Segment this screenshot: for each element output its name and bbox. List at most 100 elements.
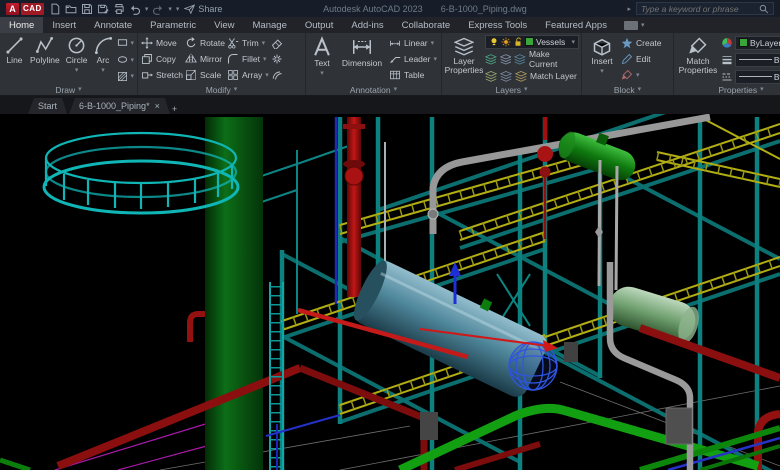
create-block-button[interactable]: Create (621, 35, 662, 51)
tab-output[interactable]: Output (296, 17, 343, 33)
erase-tool[interactable] (271, 35, 283, 51)
ribbon: Line Polyline Circle ▾ Arc ▾ ▾ ▾ ▾ Draw ▾ (0, 33, 780, 96)
tab-collaborate[interactable]: Collaborate (393, 17, 460, 33)
search-magnifier-icon[interactable] (759, 4, 769, 14)
match-layer-button[interactable]: Match Layer (530, 71, 577, 81)
layer-freeze-sun-icon[interactable] (501, 37, 511, 47)
arc-tool[interactable]: Arc ▾ (92, 35, 115, 84)
insert-block-button[interactable]: Insert ▾ (585, 35, 619, 84)
offset-tool[interactable] (271, 67, 283, 83)
move-tool[interactable]: Move (141, 35, 183, 51)
undo-icon[interactable] (129, 3, 141, 15)
tab-manage[interactable]: Manage (244, 17, 296, 33)
tab-add-ins[interactable]: Add-ins (342, 17, 392, 33)
new-file-icon[interactable] (49, 3, 61, 15)
dimension-tool[interactable]: Dimension (337, 35, 387, 84)
panel-properties-label[interactable]: Properties ▾ (674, 85, 780, 95)
layer-tool-icon[interactable] (515, 70, 527, 82)
open-folder-icon[interactable] (65, 3, 77, 15)
lineweight-select[interactable]: ByLayer (735, 52, 780, 67)
text-caret-icon[interactable]: ▾ (320, 69, 324, 77)
qat-customize-caret-icon[interactable]: ▾ (176, 5, 180, 13)
edit-block-button[interactable]: Edit (621, 51, 662, 67)
layer-tool-icon[interactable] (514, 53, 526, 65)
share-button[interactable]: Share (184, 3, 222, 14)
layer-select-caret-icon[interactable]: ▾ (571, 38, 575, 46)
make-current-button[interactable]: Make Current (529, 49, 579, 69)
tab-parametric[interactable]: Parametric (141, 17, 205, 33)
panel-modify: Move Copy Stretch Rotate Mirror Scale Tr… (138, 33, 306, 95)
layer-select[interactable]: Vessels ▾ (485, 35, 579, 49)
tab-insert[interactable]: Insert (43, 17, 85, 33)
tab-document[interactable]: 6-B-1000_Piping* × (69, 98, 170, 114)
arc-caret-icon[interactable]: ▾ (101, 66, 105, 74)
panel-modify-label[interactable]: Modify ▾ (138, 85, 305, 95)
layer-tool-icon[interactable] (500, 53, 512, 65)
copy-tool[interactable]: Copy (141, 51, 183, 67)
panel-block-label[interactable]: Block ▾ (582, 85, 673, 95)
tab-view[interactable]: View (205, 17, 243, 33)
save-icon[interactable] (81, 3, 93, 15)
undo-caret-icon[interactable]: ▾ (145, 5, 149, 13)
leader-tool[interactable]: Leader ▾ (389, 51, 437, 67)
close-tab-icon[interactable]: × (155, 101, 160, 111)
stretch-tool[interactable]: Stretch (141, 67, 183, 83)
redo-icon[interactable] (152, 3, 164, 15)
table-tool[interactable]: Table (389, 67, 437, 83)
layer-color-swatch[interactable] (525, 37, 534, 47)
lineweight-icon[interactable] (721, 54, 733, 66)
scale-tool[interactable]: Scale (185, 67, 225, 83)
tab-featured-apps[interactable]: Featured Apps (536, 17, 616, 33)
search-input[interactable] (641, 3, 756, 14)
linetype-icon[interactable] (721, 71, 733, 83)
panel-draw-label[interactable]: Draw ▾ (0, 85, 137, 95)
array-tool[interactable]: Array ▾ (227, 67, 269, 83)
block-attributes-button[interactable]: ▾ (621, 67, 662, 83)
plot-icon[interactable] (113, 3, 125, 15)
tab-home[interactable]: Home (0, 17, 44, 33)
circle-caret-icon[interactable]: ▾ (75, 66, 79, 74)
tab-annotate[interactable]: Annotate (85, 17, 141, 33)
match-layer-row: Match Layer (485, 69, 579, 84)
ribbon-tab-bar: Home Insert Annotate Parametric View Man… (0, 17, 780, 33)
panel-properties: Match Properties ByLayer ▾ ByLayer (674, 33, 780, 95)
redo-caret-icon[interactable]: ▾ (168, 5, 172, 13)
linetype-select[interactable]: ByLayer (735, 69, 780, 84)
text-tool[interactable]: Text ▾ (309, 35, 335, 84)
ribbon-gallery-button[interactable]: ▾ (616, 17, 653, 33)
tab-start[interactable]: Start (28, 98, 67, 114)
linear-dimension-tool[interactable]: Linear ▾ (389, 35, 437, 51)
panel-layers-label[interactable]: Layers ▾ (442, 85, 581, 95)
new-tab-button[interactable]: + (172, 104, 177, 114)
layer-lock-open-icon[interactable] (513, 37, 523, 47)
explode-tool[interactable] (271, 51, 283, 67)
panel-annotation-label[interactable]: Annotation ▾ (306, 85, 441, 95)
line-tool[interactable]: Line (3, 35, 26, 84)
object-color-select[interactable]: ByLayer ▾ (735, 35, 780, 50)
help-search[interactable] (636, 2, 774, 15)
insert-caret-icon[interactable]: ▾ (600, 67, 604, 75)
rotate-tool[interactable]: Rotate (185, 35, 225, 51)
circle-tool[interactable]: Circle ▾ (64, 35, 90, 84)
drawing-canvas[interactable]: [-][Custom View][Shaded (Fast)] Frequent… (0, 71, 780, 470)
window-title: Autodesk AutoCAD 2023 6-B-1000_Piping.dw… (227, 4, 622, 14)
layer-tool-icon[interactable] (485, 53, 497, 65)
search-history-caret-icon[interactable]: ▸ (627, 5, 631, 13)
tab-express-tools[interactable]: Express Tools (459, 17, 536, 33)
app-logo[interactable]: A CAD (6, 2, 44, 15)
mirror-tool[interactable]: Mirror (185, 51, 225, 67)
trim-tool[interactable]: Trim ▾ (227, 35, 269, 51)
layer-properties-button[interactable]: Layer Properties (445, 35, 483, 84)
rectangle-tool[interactable]: ▾ (117, 35, 134, 51)
hatch-tool[interactable]: ▾ (117, 68, 134, 84)
fillet-tool[interactable]: Fillet ▾ (227, 51, 269, 67)
layer-tool-icon[interactable] (485, 70, 497, 82)
color-wheel-icon[interactable] (721, 37, 733, 49)
linetype-value: ByLayer (773, 71, 780, 82)
save-as-icon[interactable] (97, 3, 109, 15)
layer-on-bulb-icon[interactable] (489, 37, 499, 47)
layer-tool-icon[interactable] (500, 70, 512, 82)
ellipse-tool[interactable]: ▾ (117, 52, 134, 68)
match-properties-button[interactable]: Match Properties (677, 35, 719, 84)
polyline-tool[interactable]: Polyline (28, 35, 62, 84)
